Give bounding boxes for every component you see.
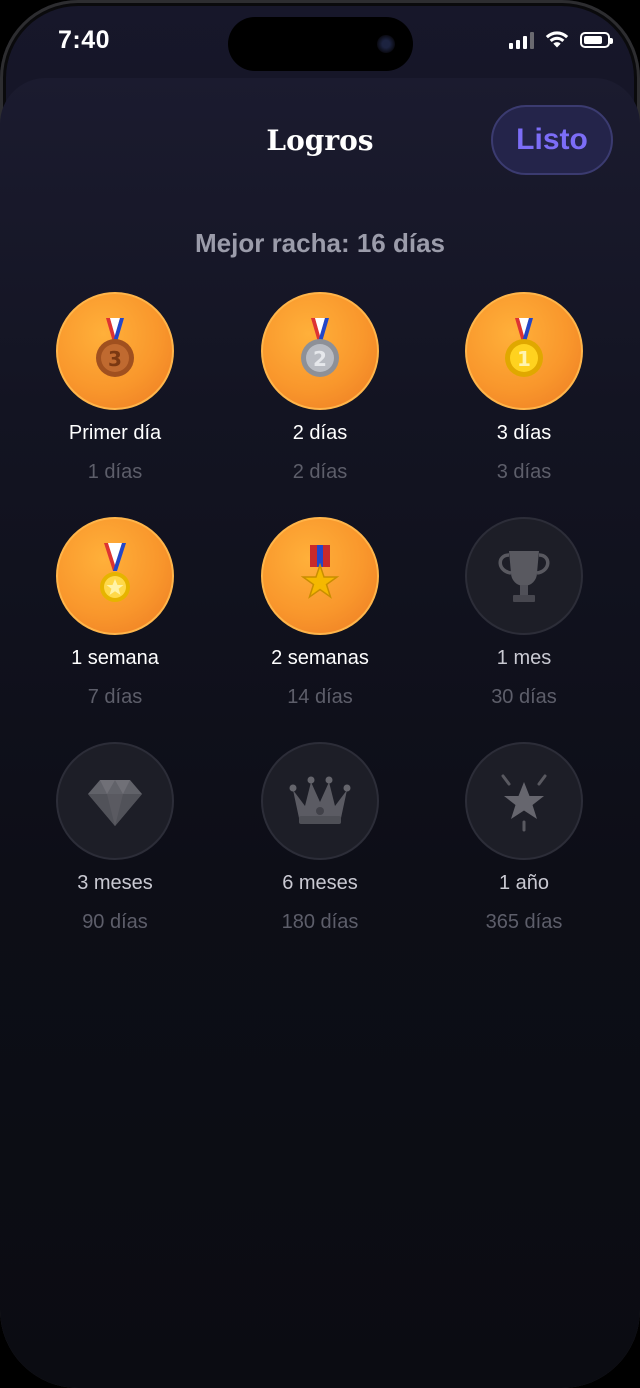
achievement-item[interactable]: 3 meses 90 días bbox=[15, 742, 215, 934]
achievement-label: 1 mes bbox=[496, 647, 552, 669]
done-button[interactable]: Listo bbox=[491, 105, 613, 175]
status-time: 7:40 bbox=[58, 26, 111, 54]
status-icons bbox=[509, 30, 613, 49]
achievement-badge: 3 bbox=[56, 292, 174, 410]
achievement-days: 30 días bbox=[491, 686, 557, 708]
achievement-badge bbox=[56, 742, 174, 860]
status-bar: 7:40 bbox=[0, 0, 640, 80]
achievement-item[interactable]: 1 semana 7 días bbox=[15, 517, 215, 709]
achievement-item[interactable]: 3 Primer día 1 días bbox=[15, 292, 215, 484]
trophy-icon bbox=[498, 551, 550, 602]
svg-text:2: 2 bbox=[313, 347, 327, 371]
achievement-badge bbox=[465, 742, 583, 860]
cellular-signal-icon bbox=[509, 31, 534, 49]
sports-medal-icon bbox=[100, 543, 130, 602]
achievement-item[interactable]: 2 2 días 2 días bbox=[220, 292, 420, 484]
gold-medal-icon: 1 bbox=[505, 318, 543, 377]
achievement-days: 3 días bbox=[496, 461, 552, 483]
dynamic-island bbox=[228, 17, 413, 71]
achievement-badge: 2 bbox=[261, 292, 379, 410]
achievement-item[interactable]: 1 3 días 3 días bbox=[424, 292, 624, 484]
achievement-badge: 1 bbox=[465, 292, 583, 410]
battery-icon bbox=[580, 31, 613, 48]
svg-text:3: 3 bbox=[108, 347, 122, 371]
diamond-icon bbox=[88, 780, 142, 826]
wifi-icon bbox=[545, 31, 569, 48]
crown-icon bbox=[289, 776, 351, 824]
achievements-sheet: Logros Listo Mejor racha: 16 días 3 Prim… bbox=[0, 78, 640, 1388]
achievement-item[interactable]: 1 año 365 días bbox=[424, 742, 624, 934]
achievement-days: 180 días bbox=[281, 911, 359, 933]
achievement-item[interactable]: 6 meses 180 días bbox=[220, 742, 420, 934]
achievement-badge bbox=[261, 517, 379, 635]
achievement-days: 90 días bbox=[82, 911, 148, 933]
achievement-badge bbox=[261, 742, 379, 860]
best-streak-text: Mejor racha: 16 días bbox=[195, 228, 445, 258]
silver-medal-icon: 2 bbox=[301, 318, 339, 377]
achievement-item[interactable]: 1 mes 30 días bbox=[424, 517, 624, 709]
achievement-item[interactable]: 2 semanas 14 días bbox=[220, 517, 420, 709]
glowing-star-icon bbox=[501, 774, 547, 832]
achievement-days: 365 días bbox=[485, 911, 563, 933]
device-screen: 7:40 Logros Listo Mejor racha: 16 días 3… bbox=[0, 0, 640, 1388]
svg-text:1: 1 bbox=[517, 347, 531, 371]
camera-icon bbox=[377, 35, 395, 53]
achievement-label: 3 días bbox=[496, 422, 552, 444]
achievement-badge bbox=[56, 517, 174, 635]
achievement-label: 2 semanas bbox=[271, 647, 369, 669]
achievement-label: 2 días bbox=[292, 422, 348, 444]
achievement-label: 3 meses bbox=[77, 872, 153, 894]
achievement-days: 2 días bbox=[292, 461, 348, 483]
achievement-label: 6 meses bbox=[282, 872, 358, 894]
bronze-medal-icon: 3 bbox=[96, 318, 134, 377]
achievement-label: Primer día bbox=[68, 422, 162, 444]
achievement-days: 14 días bbox=[287, 686, 353, 708]
achievement-label: 1 año bbox=[498, 872, 550, 894]
achievement-days: 1 días bbox=[87, 461, 143, 483]
military-medal-icon bbox=[300, 545, 340, 599]
achievement-label: 1 semana bbox=[71, 647, 159, 669]
achievement-days: 7 días bbox=[87, 686, 143, 708]
achievement-badge bbox=[465, 517, 583, 635]
